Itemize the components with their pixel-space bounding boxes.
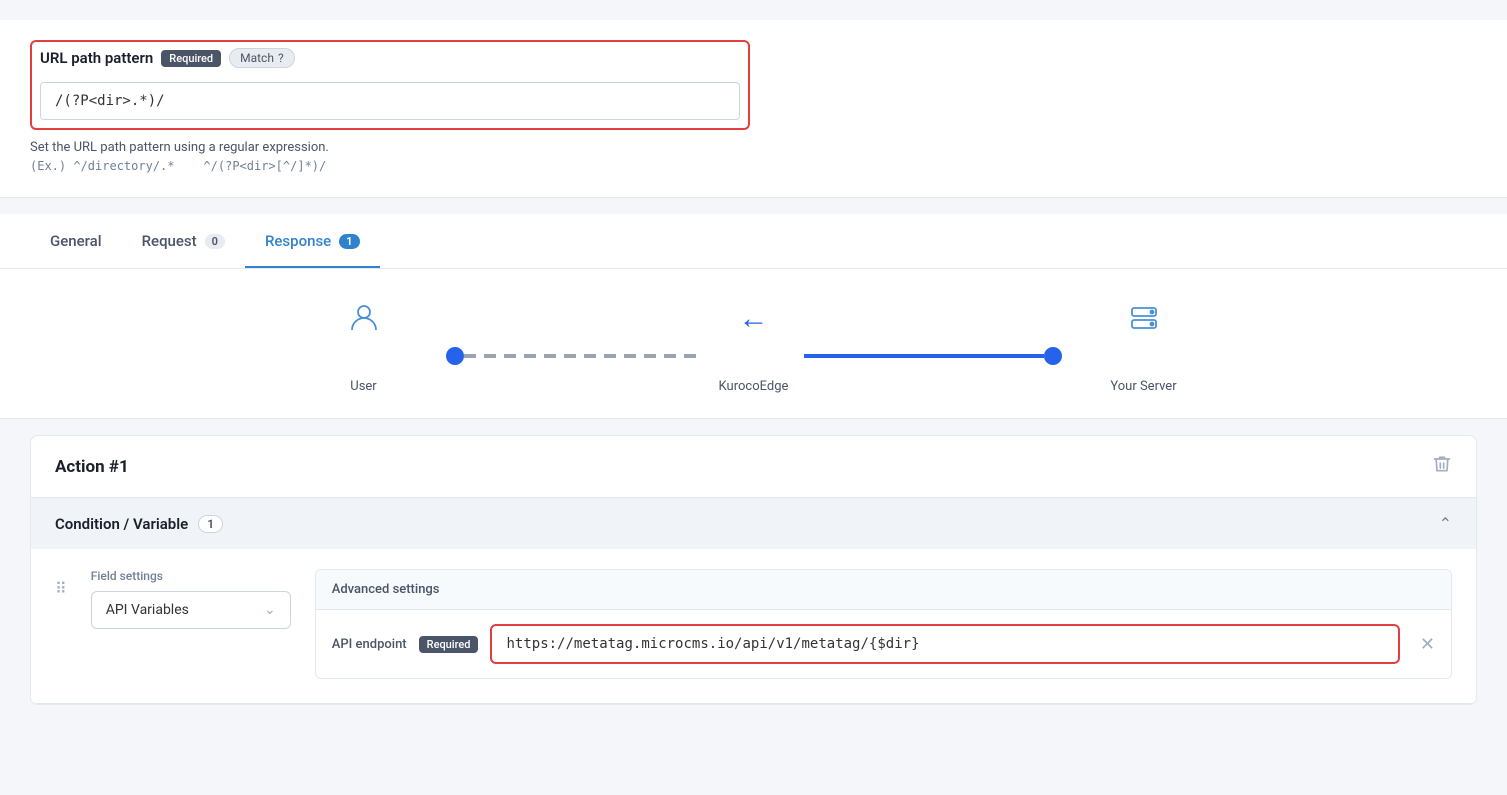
required-badge: Required [161,50,221,67]
url-hint: Set the URL path pattern using a regular… [30,140,1477,155]
user-label: User [350,379,376,394]
url-label-row: URL path pattern Required Match ? [36,46,744,70]
tab-request-badge: 0 [205,234,225,249]
url-pattern-input[interactable] [40,82,740,120]
field-select-value: API Variables [106,602,189,618]
condition-section: Condition / Variable 1 ⌃ ⠿ Field setting… [31,498,1476,704]
chevron-up-icon: ⌃ [1439,514,1452,533]
server-label: Your Server [1110,379,1176,394]
examples-prefix: (Ex.) [30,159,66,173]
server-icon [1128,299,1160,337]
tab-response-label: Response [265,232,331,250]
api-endpoint-label: API endpoint [332,637,407,652]
condition-body: ⠿ Field settings API Variables ⌄ Advance… [31,549,1476,703]
advanced-settings-header: Advanced settings [316,570,1451,610]
tabs-row: General Request 0 Response 1 [30,214,1477,268]
match-label: Match [240,51,274,65]
drag-handle[interactable]: ⠿ [55,569,67,598]
tab-general[interactable]: General [30,214,122,268]
help-icon: ? [278,51,284,65]
page-container: URL path pattern Required Match ? Set th… [0,0,1507,795]
diagram-flow-row [0,347,1507,365]
example2: ^/(?P<dir>[^/]*)/ [203,159,326,173]
api-required-badge: Required [419,636,479,653]
dashed-line [464,354,704,358]
solid-line [804,354,1044,358]
tab-response-badge: 1 [339,234,359,249]
action-section: Action #1 Condition / Variable 1 ⌃ [30,435,1477,705]
example1: ^/directory/.* [73,159,174,173]
arrow-left-icon: ← [739,299,769,337]
field-settings-box: Field settings API Variables ⌄ [91,569,291,629]
action-header: Action #1 [31,436,1476,498]
action-title: Action #1 [55,457,129,477]
url-section: URL path pattern Required Match ? Set th… [0,20,1507,198]
tab-request-label: Request [142,232,197,250]
field-select[interactable]: API Variables ⌄ [91,591,291,629]
delete-icon[interactable] [1432,454,1452,479]
diagram-section: ← [0,269,1507,419]
tab-request[interactable]: Request 0 [122,214,245,268]
user-icon [348,299,380,337]
edge-label: KurocoEdge [719,379,789,394]
field-settings-label: Field settings [91,569,291,583]
advanced-settings-box: Advanced settings API endpoint Required … [315,569,1452,679]
tabs-section: General Request 0 Response 1 [0,214,1507,269]
url-examples: (Ex.) ^/directory/.* ^/(?P<dir>[^/]*)/ [30,159,1477,173]
url-field-wrapper: URL path pattern Required Match ? [30,40,750,130]
close-button[interactable]: ✕ [1412,634,1435,655]
condition-badge: 1 [198,515,223,533]
condition-header[interactable]: Condition / Variable 1 ⌃ [31,498,1476,549]
chevron-down-icon: ⌄ [264,602,276,618]
tab-response[interactable]: Response 1 [245,214,380,268]
match-badge[interactable]: Match ? [229,48,295,68]
user-dot [446,347,464,365]
server-dot [1044,347,1062,365]
condition-title: Condition / Variable [55,515,188,533]
condition-title-row: Condition / Variable 1 [55,515,223,533]
field-row: ⠿ Field settings API Variables ⌄ Advance… [55,569,1452,679]
tab-general-label: General [50,232,102,250]
url-pattern-label: URL path pattern [40,49,153,67]
api-endpoint-input-wrapper [490,624,1399,664]
api-endpoint-input[interactable] [494,628,1395,660]
api-endpoint-row: API endpoint Required ✕ [316,610,1451,678]
